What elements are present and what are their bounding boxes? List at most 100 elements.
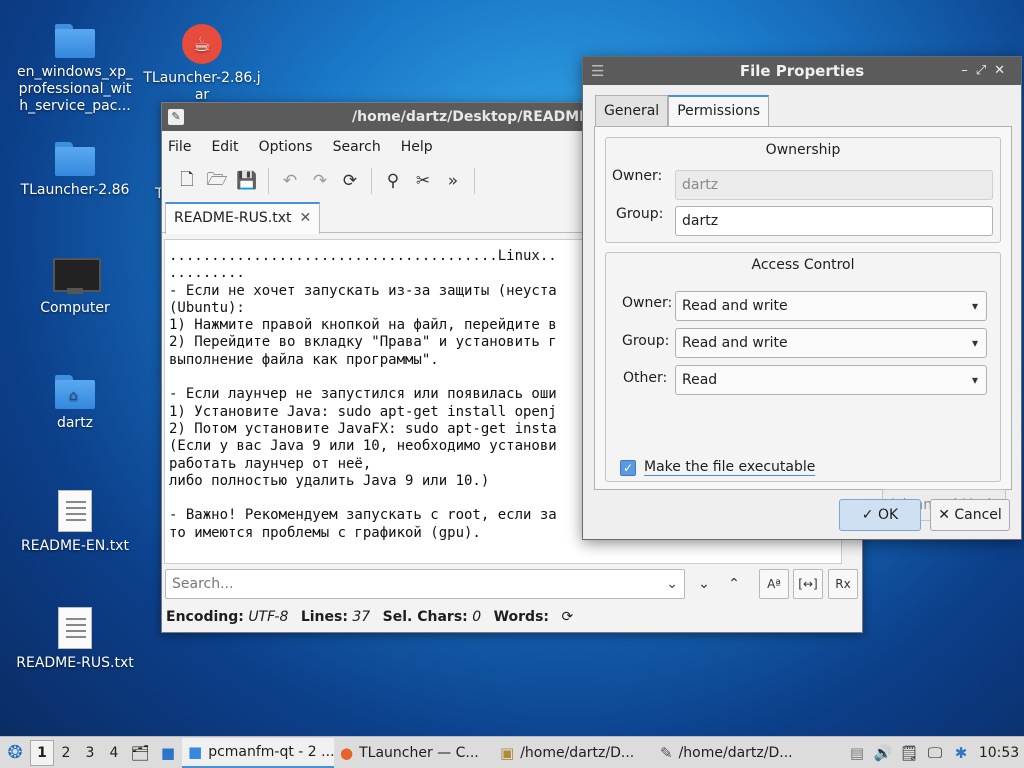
menu-search[interactable]: Search — [333, 139, 381, 155]
maximize-icon[interactable]: ⤢ — [976, 63, 994, 78]
cancel-icon: ✕ — [938, 507, 955, 523]
file-properties-dialog: ☰ File Properties –⤢✕ General Permission… — [582, 56, 1022, 540]
close-icon[interactable]: ✕ — [994, 63, 1013, 78]
desktop-icon-home[interactable]: ⌂ dartz — [15, 375, 135, 432]
desktop-icon-label: README-EN.txt — [21, 538, 129, 554]
display-icon[interactable]: 🖵 — [922, 739, 948, 767]
group-access-value: Read and write — [682, 335, 788, 351]
find-next-icon[interactable]: ⌄ — [689, 569, 719, 599]
desktop-icon-readme-en[interactable]: README-EN.txt — [15, 490, 135, 555]
bluetooth-icon[interactable]: ✱ — [948, 739, 974, 767]
task-label: /home/dartz/D... — [678, 744, 793, 761]
owner-access-select[interactable]: Read and write ▾ — [675, 291, 987, 321]
desktop-icon-label: README-RUS.txt — [16, 655, 134, 671]
owner-field: dartz — [675, 170, 993, 200]
desktop-icon-tlauncher-jar[interactable]: ☕ TLauncher-2.86.j ar — [142, 24, 262, 104]
task-tlauncher[interactable]: ● TLauncher — C... — [334, 738, 494, 768]
close-icon[interactable]: ✕ — [299, 210, 311, 226]
tab-general[interactable]: General — [595, 95, 669, 127]
ok-button[interactable]: ✓ OK — [839, 499, 921, 531]
toolbar-separator — [371, 168, 372, 194]
dialog-title: File Properties — [739, 62, 865, 80]
text-line: ......... — [169, 265, 245, 282]
sel-chars-label: Sel. Chars: — [382, 609, 468, 625]
undo-icon[interactable]: ↶ — [275, 166, 305, 196]
replace-icon[interactable]: ✂ — [408, 166, 438, 196]
desktop-icon-tlauncher-folder[interactable]: TLauncher-2.86 — [15, 142, 135, 199]
menu-help[interactable]: Help — [401, 139, 433, 155]
chevron-down-icon[interactable]: ⌄ — [666, 570, 678, 598]
menu-file[interactable]: File — [168, 139, 191, 155]
workspace-2[interactable]: 2 — [54, 745, 78, 761]
desktop-icon-readme-rus[interactable]: README-RUS.txt — [15, 607, 135, 672]
open-file-icon[interactable]: 🗁 — [202, 166, 232, 196]
desktop-icon-xp-folder[interactable]: en_windows_xp_ professional_wit h_servic… — [15, 24, 135, 115]
more-icon[interactable]: » — [438, 166, 468, 196]
regex-icon[interactable]: Rx — [828, 569, 858, 599]
reload-icon[interactable]: ⟳ — [335, 166, 365, 196]
task-file-manager[interactable]: ▣ /home/dartz/D... — [494, 738, 654, 768]
tab-permissions[interactable]: Permissions — [668, 95, 769, 127]
clock[interactable]: 10:53 — [974, 745, 1024, 761]
search-bar: Search... ⌄ ⌄ ⌃ Aª [↔] Rx — [165, 569, 858, 599]
group-access-select[interactable]: Read and write ▾ — [675, 328, 987, 358]
firefox-icon: ● — [340, 743, 354, 762]
find-previous-icon[interactable]: ⌃ — [719, 569, 749, 599]
start-menu-icon[interactable]: ❂ — [0, 738, 30, 768]
cancel-button[interactable]: ✕ Cancel — [930, 499, 1010, 531]
other-access-value: Read — [682, 372, 718, 388]
words-label: Words: — [493, 609, 550, 625]
minimize-icon[interactable]: – — [961, 63, 976, 78]
show-desktop-icon[interactable]: ■ — [154, 739, 182, 767]
task-label: TLauncher — C... — [359, 744, 479, 761]
task-pcmanfm[interactable]: ■ pcmanfm-qt - 2 ... — [182, 737, 334, 768]
group-label: Group: — [616, 206, 664, 222]
workspace-3[interactable]: 3 — [78, 745, 102, 761]
encoding-value: UTF-8 — [248, 609, 289, 625]
text-line: 1) Установите Java: sudo apt-get install… — [169, 403, 557, 420]
text-line: либо полностью удалить Java 9 или 10.) — [169, 472, 490, 489]
text-line: (Если у вас Java 9 или 10, необходимо ус… — [169, 438, 557, 455]
dialog-titlebar[interactable]: ☰ File Properties –⤢✕ — [583, 57, 1021, 85]
toolbar-separator — [474, 168, 475, 194]
group-field[interactable]: dartz — [675, 206, 993, 236]
whole-word-icon[interactable]: [↔] — [793, 569, 823, 599]
cancel-label: Cancel — [954, 507, 1002, 523]
volume-icon[interactable]: 🔊 — [870, 739, 896, 767]
desktop-icon-computer[interactable]: Computer — [15, 258, 135, 317]
ownership-group: Ownership Owner: dartz Group: dartz — [605, 137, 1001, 243]
executable-checkbox-row[interactable]: ✓ Make the file executable — [620, 459, 816, 476]
home-folder-icon: ⌂ — [55, 375, 95, 409]
access-control-title: Access Control — [751, 257, 855, 273]
text-editor-icon: ✎ — [660, 743, 673, 762]
text-editor-app-icon: ✎ — [168, 109, 184, 125]
java-icon: ☕ — [182, 24, 222, 64]
other-access-select[interactable]: Read ▾ — [675, 365, 987, 395]
save-icon[interactable]: 💾 — [232, 166, 262, 196]
lines-label: Lines: — [300, 609, 348, 625]
menu-edit[interactable]: Edit — [211, 139, 238, 155]
executable-label[interactable]: Make the file executable — [644, 459, 816, 476]
executable-checkbox[interactable]: ✓ — [620, 459, 636, 476]
refresh-icon[interactable]: ⟳ — [561, 609, 573, 625]
text-line: (Ubuntu): — [169, 299, 245, 316]
redo-icon[interactable]: ↷ — [305, 166, 335, 196]
workspace-1[interactable]: 1 — [30, 739, 54, 766]
window-menu-icon[interactable]: ☰ — [591, 57, 604, 85]
task-text-editor[interactable]: ✎ /home/dartz/D... — [654, 738, 814, 768]
clipboard-icon[interactable]: ▤ — [844, 739, 870, 767]
tab-readme-rus[interactable]: README-RUS.txt ✕ — [165, 202, 321, 234]
toolbar-separator — [268, 168, 269, 194]
tab-label: README-RUS.txt — [174, 210, 292, 226]
ownership-title: Ownership — [765, 142, 841, 158]
match-case-icon[interactable]: Aª — [759, 569, 789, 599]
owner-access-label: Owner: — [622, 295, 673, 311]
menu-options[interactable]: Options — [259, 139, 313, 155]
search-input[interactable]: Search... ⌄ — [165, 569, 685, 599]
new-file-icon[interactable]: 🗋 — [172, 166, 202, 196]
task-label: /home/dartz/D... — [520, 744, 635, 761]
file-manager-launcher-icon[interactable]: 🗂 — [126, 739, 154, 767]
find-icon[interactable]: ⚲ — [378, 166, 408, 196]
notes-icon[interactable]: 🗒 — [896, 739, 922, 767]
workspace-4[interactable]: 4 — [102, 745, 126, 761]
